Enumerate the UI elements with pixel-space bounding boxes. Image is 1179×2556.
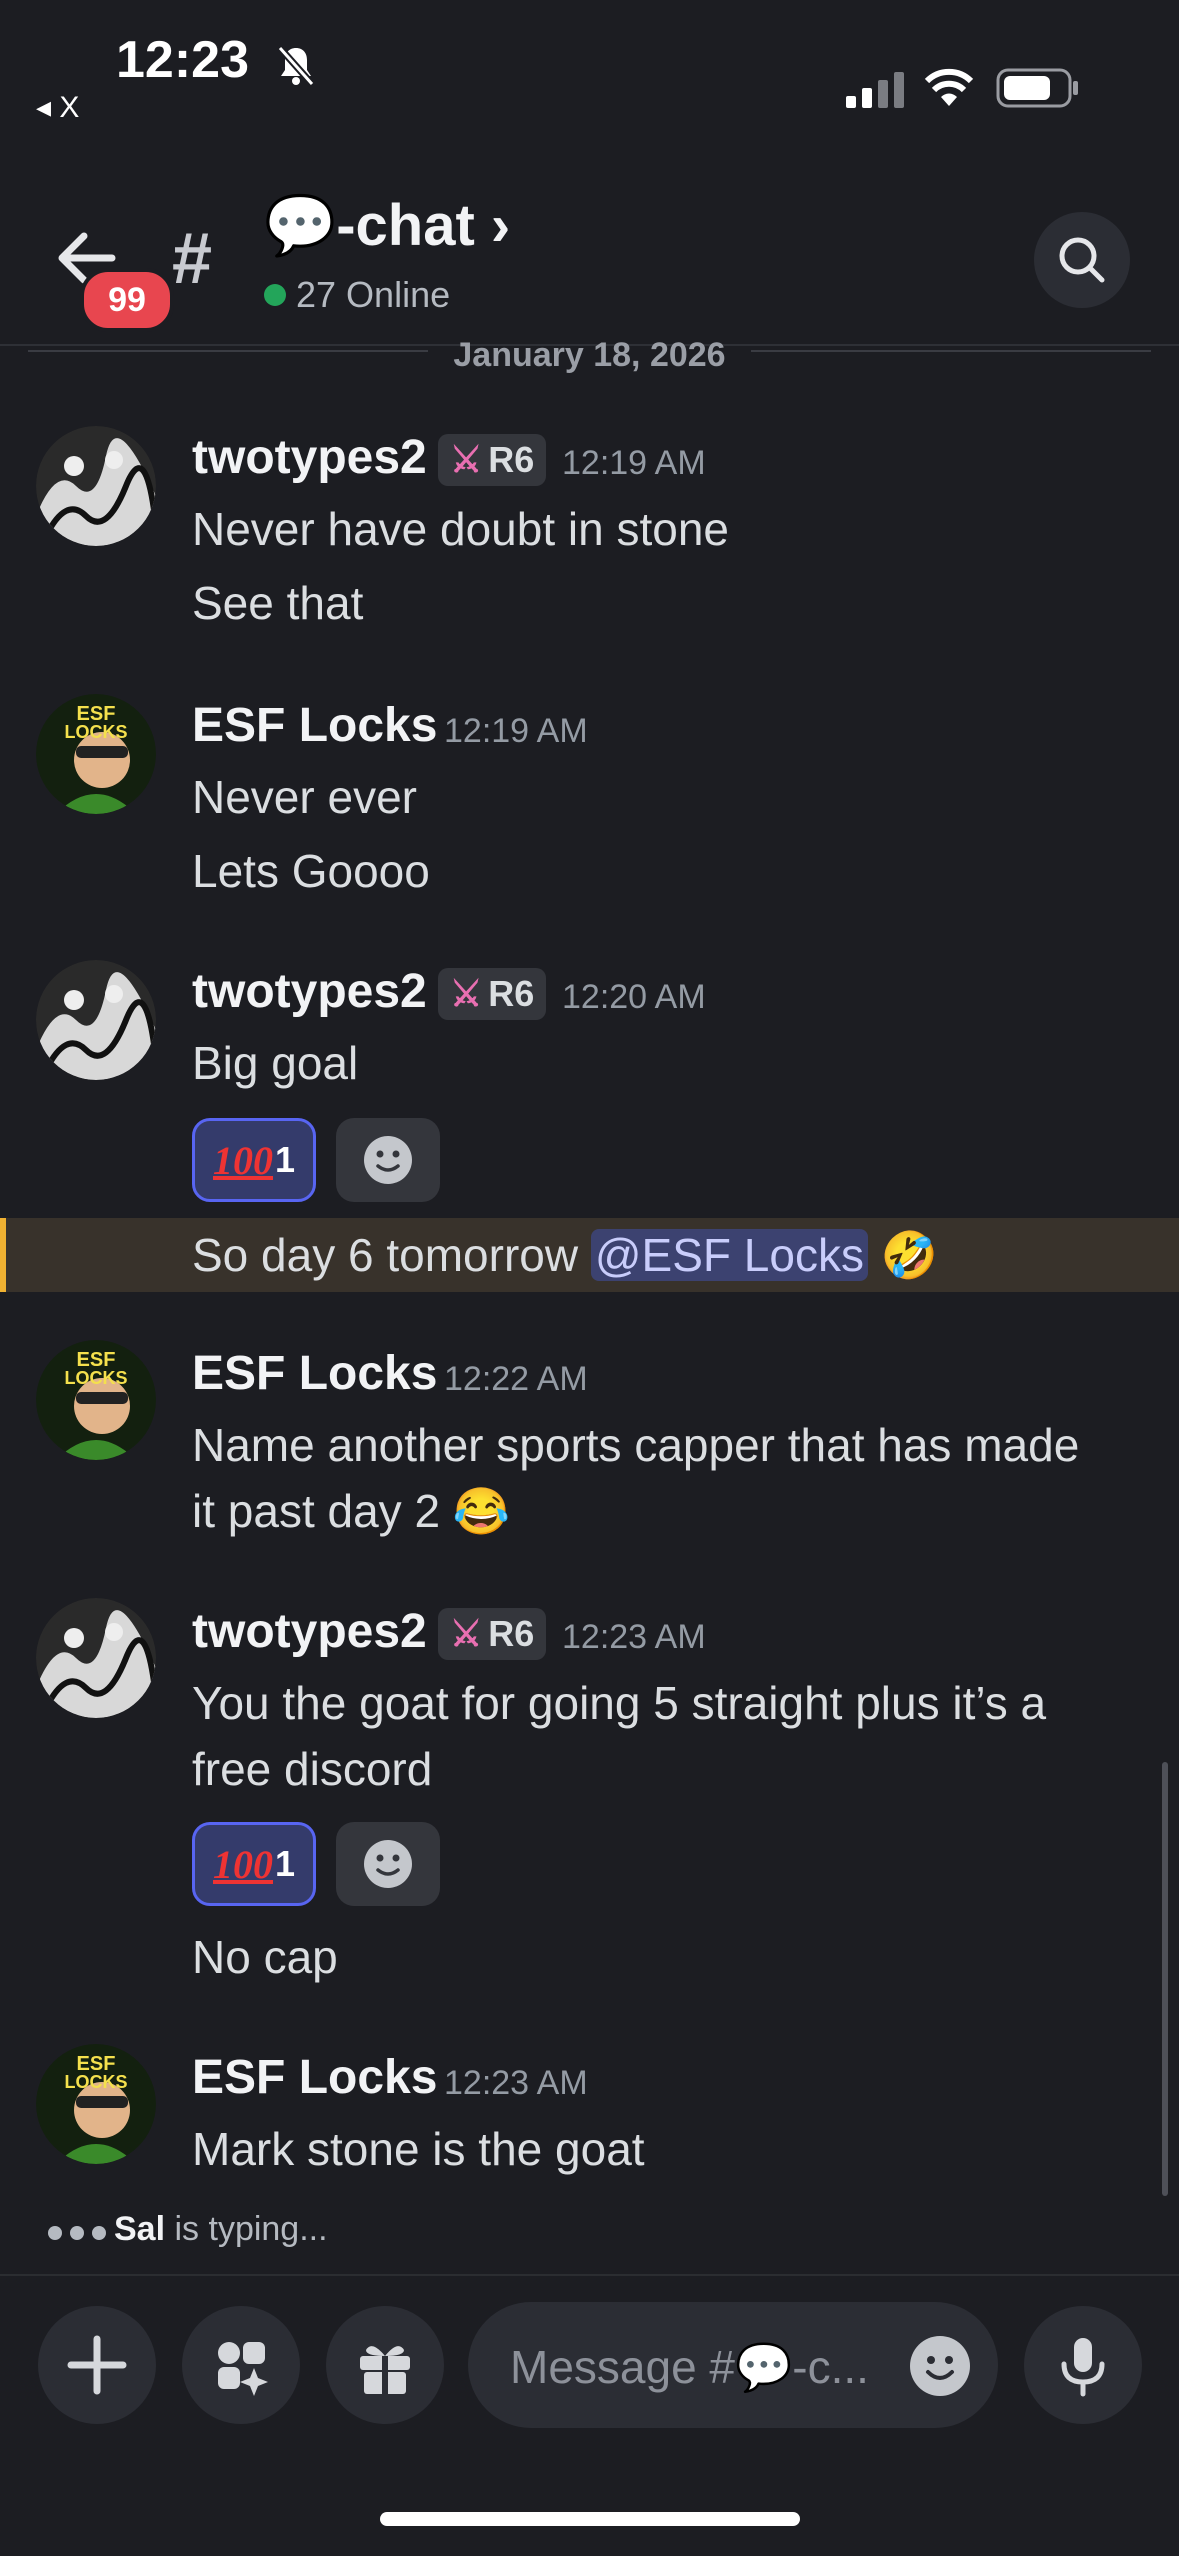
cellular-signal-icon <box>846 72 904 108</box>
avatar-esf-locks[interactable]: ESF LOCKS <box>36 694 156 814</box>
scrollbar[interactable] <box>1162 1762 1168 2196</box>
gift-button[interactable] <box>326 2306 444 2424</box>
home-indicator[interactable] <box>380 2512 800 2526</box>
wifi-icon <box>924 68 974 106</box>
hundred-points-icon: 100 <box>213 1138 273 1183</box>
hundred-points-icon: 100 <box>213 1842 273 1887</box>
message-author[interactable]: twotypes2 <box>192 1604 427 1659</box>
reaction-100[interactable]: 100 1 <box>192 1822 316 1906</box>
avatar-esf-locks[interactable]: ESF LOCKS <box>36 1340 156 1460</box>
message-text[interactable]: Big goal <box>192 1030 358 1096</box>
search-button[interactable] <box>1034 212 1130 308</box>
message-author[interactable]: ESF Locks <box>192 2050 437 2105</box>
sword-icon: ⚔ <box>450 1613 483 1654</box>
battery-icon <box>996 68 1078 108</box>
message-timestamp: 12:23 AM <box>562 1618 706 1656</box>
message-author[interactable]: twotypes2 <box>192 964 427 1019</box>
message-input[interactable]: Message #💬-c... <box>468 2302 998 2428</box>
unread-badge: 99 <box>80 268 174 332</box>
user-mention[interactable]: @ESF Locks <box>590 1229 868 1281</box>
back-to-app-link[interactable]: ◂ X <box>36 90 79 125</box>
online-dot-icon <box>264 284 286 306</box>
message-text[interactable]: Name another sports capper that has made <box>192 1412 1079 1478</box>
smiley-icon <box>364 1840 412 1888</box>
gift-icon <box>360 2346 410 2394</box>
status-time: 12:23 <box>116 31 249 89</box>
message-text[interactable]: So day 6 tomorrow @ESF Locks 🤣 <box>192 1222 938 1288</box>
search-icon <box>1059 237 1105 283</box>
typing-indicator: Sal is typing... <box>48 2210 328 2249</box>
role-badge[interactable]: ⚔ R6 <box>438 1608 547 1660</box>
message-text[interactable]: Mark stone is the goat <box>192 2116 645 2182</box>
role-badge[interactable]: ⚔ R6 <box>438 968 547 1020</box>
message-text[interactable]: Never have doubt in stone <box>192 496 729 562</box>
message-text[interactable]: Lets Goooo <box>192 838 430 904</box>
avatar-twotypes2[interactable] <box>36 1598 156 1718</box>
sword-icon: ⚔ <box>450 439 483 480</box>
svg-text:LOCKS: LOCKS <box>65 2072 128 2092</box>
emoji-picker-icon[interactable] <box>908 2334 972 2398</box>
message-text[interactable]: You the goat for going 5 straight plus i… <box>192 1670 1046 1736</box>
channel-name[interactable]: 💬-chat › <box>264 192 510 260</box>
channel-hash-icon: # <box>172 219 213 299</box>
reaction-100[interactable]: 100 1 <box>192 1118 316 1202</box>
role-badge[interactable]: ⚔ R6 <box>438 434 547 486</box>
apps-button[interactable] <box>182 2306 300 2424</box>
message-text[interactable]: See that <box>192 570 363 636</box>
message-author[interactable]: ESF Locks <box>192 698 437 753</box>
composer-divider <box>0 2274 1179 2276</box>
add-reaction-button[interactable] <box>336 1118 440 1202</box>
reaction-count: 1 <box>274 1843 295 1884</box>
typing-dots-icon <box>48 2210 114 2248</box>
message-text[interactable]: free discord <box>192 1736 432 1802</box>
apps-icon <box>218 2342 268 2396</box>
sword-icon: ⚔ <box>450 973 483 1014</box>
message-timestamp: 12:19 AM <box>444 712 588 750</box>
message-timestamp: 12:22 AM <box>444 1360 588 1398</box>
message-text[interactable]: No cap <box>192 1924 338 1990</box>
voice-message-button[interactable] <box>1024 2306 1142 2424</box>
smiley-icon <box>364 1136 412 1184</box>
avatar-twotypes2[interactable] <box>36 960 156 1080</box>
svg-text:LOCKS: LOCKS <box>65 722 128 742</box>
reaction-count: 1 <box>274 1139 295 1180</box>
message-author[interactable]: twotypes2 <box>192 430 427 485</box>
add-reaction-button[interactable] <box>336 1822 440 1906</box>
message-text[interactable]: Never ever <box>192 764 417 830</box>
plus-icon <box>67 2335 127 2395</box>
message-text[interactable]: it past day 2 😂 <box>192 1478 510 1544</box>
bell-slash-icon <box>277 45 315 86</box>
date-divider-label: January 18, 2026 <box>453 336 726 374</box>
message-input-placeholder: Message #💬-c... <box>510 2341 869 2393</box>
svg-text:LOCKS: LOCKS <box>65 1368 128 1388</box>
microphone-icon <box>1061 2338 1105 2397</box>
message-timestamp: 12:19 AM <box>562 444 706 482</box>
attach-button[interactable] <box>38 2306 156 2424</box>
message-timestamp: 12:23 AM <box>444 2064 588 2102</box>
online-count: 27 Online <box>264 274 450 316</box>
mention-highlight-bar <box>0 1218 6 1292</box>
rofl-emoji: 🤣 <box>880 1229 939 1281</box>
avatar-esf-locks[interactable]: ESF LOCKS <box>36 2044 156 2164</box>
date-divider: January 18, 2026 <box>28 336 1151 376</box>
message-author[interactable]: ESF Locks <box>192 1346 437 1401</box>
avatar-twotypes2[interactable] <box>36 426 156 546</box>
message-timestamp: 12:20 AM <box>562 978 706 1016</box>
